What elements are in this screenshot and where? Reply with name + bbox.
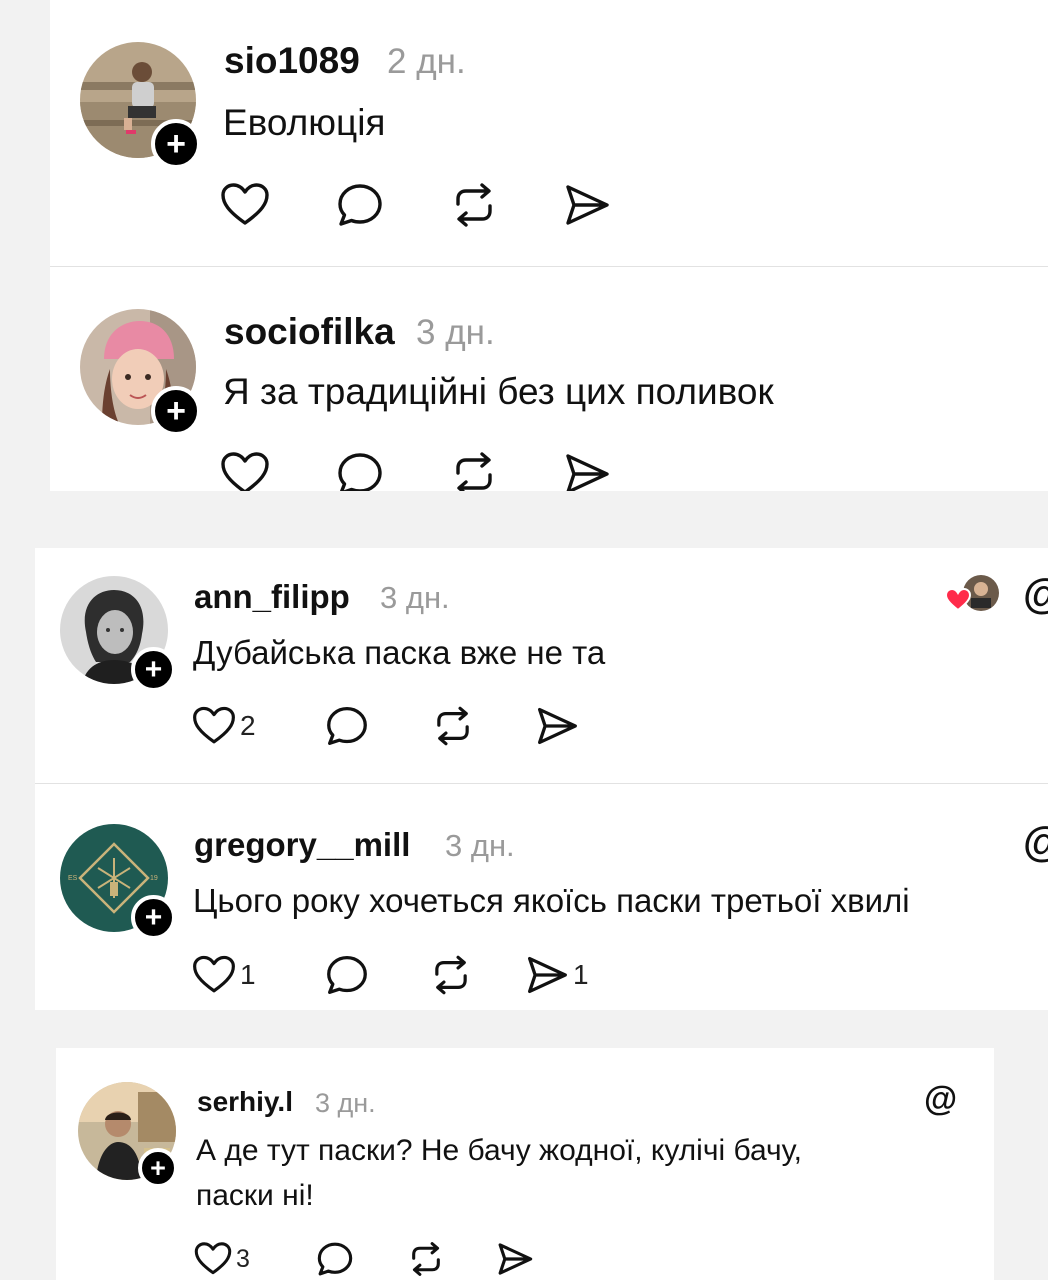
reply-button[interactable]: [336, 451, 384, 491]
timestamp: 2 дн.: [387, 42, 466, 81]
share-button[interactable]: [535, 705, 579, 747]
like-button[interactable]: [220, 182, 274, 228]
comment-text: Дубайська паска вже не та: [193, 634, 606, 671]
comment-text-line-1: А де тут паски? Не бачу жодної, кулічі б…: [196, 1134, 802, 1167]
heart-filled-icon: [945, 588, 971, 612]
comment-text: Цього року хочеться якоїсь паски третьої…: [193, 882, 910, 919]
repost-button[interactable]: [406, 1241, 446, 1277]
timestamp: 3 дн.: [315, 1088, 376, 1118]
repost-icon: [412, 1242, 440, 1276]
follow-button[interactable]: +: [151, 386, 201, 436]
plus-icon: +: [144, 900, 163, 934]
like-button[interactable]: 1: [192, 954, 256, 996]
send-icon: [566, 185, 609, 225]
repost-icon: [456, 452, 492, 491]
timestamp: 3 дн.: [445, 828, 515, 863]
comment-card-serhiy-l: + serhiy.l 3 дн. А де тут паски? Не бачу…: [56, 1048, 994, 1280]
share-button[interactable]: [563, 182, 615, 228]
send-icon: [528, 956, 567, 994]
timestamp: 3 дн.: [416, 313, 495, 352]
follow-button[interactable]: +: [131, 647, 176, 692]
comment-card-sociofilka: + sociofilka 3 дн. Я за традиційні без ц…: [50, 267, 1048, 491]
follow-button[interactable]: +: [138, 1148, 178, 1188]
svg-text:ES: ES: [68, 875, 78, 882]
share-button[interactable]: [496, 1241, 534, 1277]
share-button[interactable]: 1: [525, 954, 589, 996]
reply-button[interactable]: [336, 182, 384, 228]
reply-button[interactable]: [316, 1241, 354, 1277]
threads-logo-icon[interactable]: @: [924, 1080, 957, 1119]
plus-icon: +: [144, 652, 163, 686]
follow-button[interactable]: +: [151, 119, 201, 169]
threads-logo-icon[interactable]: @: [1023, 818, 1048, 866]
heart-icon: [194, 1242, 232, 1275]
heart-icon: [221, 183, 269, 225]
repost-icon: [456, 183, 492, 227]
comment-card-sio1089: + sio1089 2 дн. Еволюція: [50, 0, 1048, 266]
liked-by-author-indicator[interactable]: [945, 574, 1001, 614]
threads-logo-icon[interactable]: @: [1023, 570, 1048, 618]
plus-icon: +: [166, 125, 186, 163]
send-icon: [538, 707, 577, 745]
like-button[interactable]: 2: [192, 705, 256, 747]
share-count: 1: [573, 959, 589, 990]
repost-icon: [435, 955, 467, 995]
send-icon: [498, 1243, 533, 1275]
heart-icon: [221, 452, 269, 491]
reply-button[interactable]: [325, 705, 369, 747]
repost-icon: [437, 706, 469, 746]
username[interactable]: gregory__mill: [194, 826, 410, 864]
repost-button[interactable]: [448, 451, 500, 491]
speech-bubble-icon: [327, 956, 367, 994]
like-button[interactable]: 3: [194, 1241, 250, 1277]
repost-button[interactable]: [428, 954, 474, 996]
like-count: 1: [240, 959, 256, 990]
repost-button[interactable]: [448, 182, 500, 228]
comment-card-gregory-mill: ES 19 + gregory__mill 3 дн. Цього року х…: [35, 784, 1048, 1010]
reply-button[interactable]: [325, 954, 369, 996]
speech-bubble-icon: [327, 707, 367, 745]
like-button[interactable]: [220, 451, 270, 491]
timestamp: 3 дн.: [380, 580, 450, 615]
comment-text: Я за традиційні без цих поливок: [223, 371, 774, 412]
heart-icon: [193, 706, 235, 744]
svg-text:19: 19: [150, 875, 158, 882]
comment-text: Еволюція: [223, 102, 386, 143]
plus-icon: +: [150, 1152, 166, 1183]
send-icon: [566, 454, 609, 491]
comment-text-line-2: паски ні!: [196, 1179, 314, 1212]
follow-button[interactable]: +: [131, 895, 176, 940]
username[interactable]: ann_filipp: [194, 578, 350, 616]
speech-bubble-icon: [338, 184, 382, 226]
like-count: 2: [240, 710, 256, 741]
like-count: 3: [236, 1244, 250, 1273]
repost-button[interactable]: [430, 705, 476, 747]
username[interactable]: sio1089: [224, 40, 360, 82]
plus-icon: +: [166, 392, 186, 430]
heart-icon: [193, 955, 235, 993]
share-button[interactable]: [563, 451, 611, 491]
speech-bubble-icon: [317, 1242, 353, 1276]
username[interactable]: sociofilka: [224, 311, 395, 353]
username[interactable]: serhiy.l: [197, 1086, 293, 1118]
comment-card-ann-filipp: + ann_filipp 3 дн. Дубайська паска вже н…: [35, 548, 1048, 783]
speech-bubble-icon: [338, 453, 382, 491]
